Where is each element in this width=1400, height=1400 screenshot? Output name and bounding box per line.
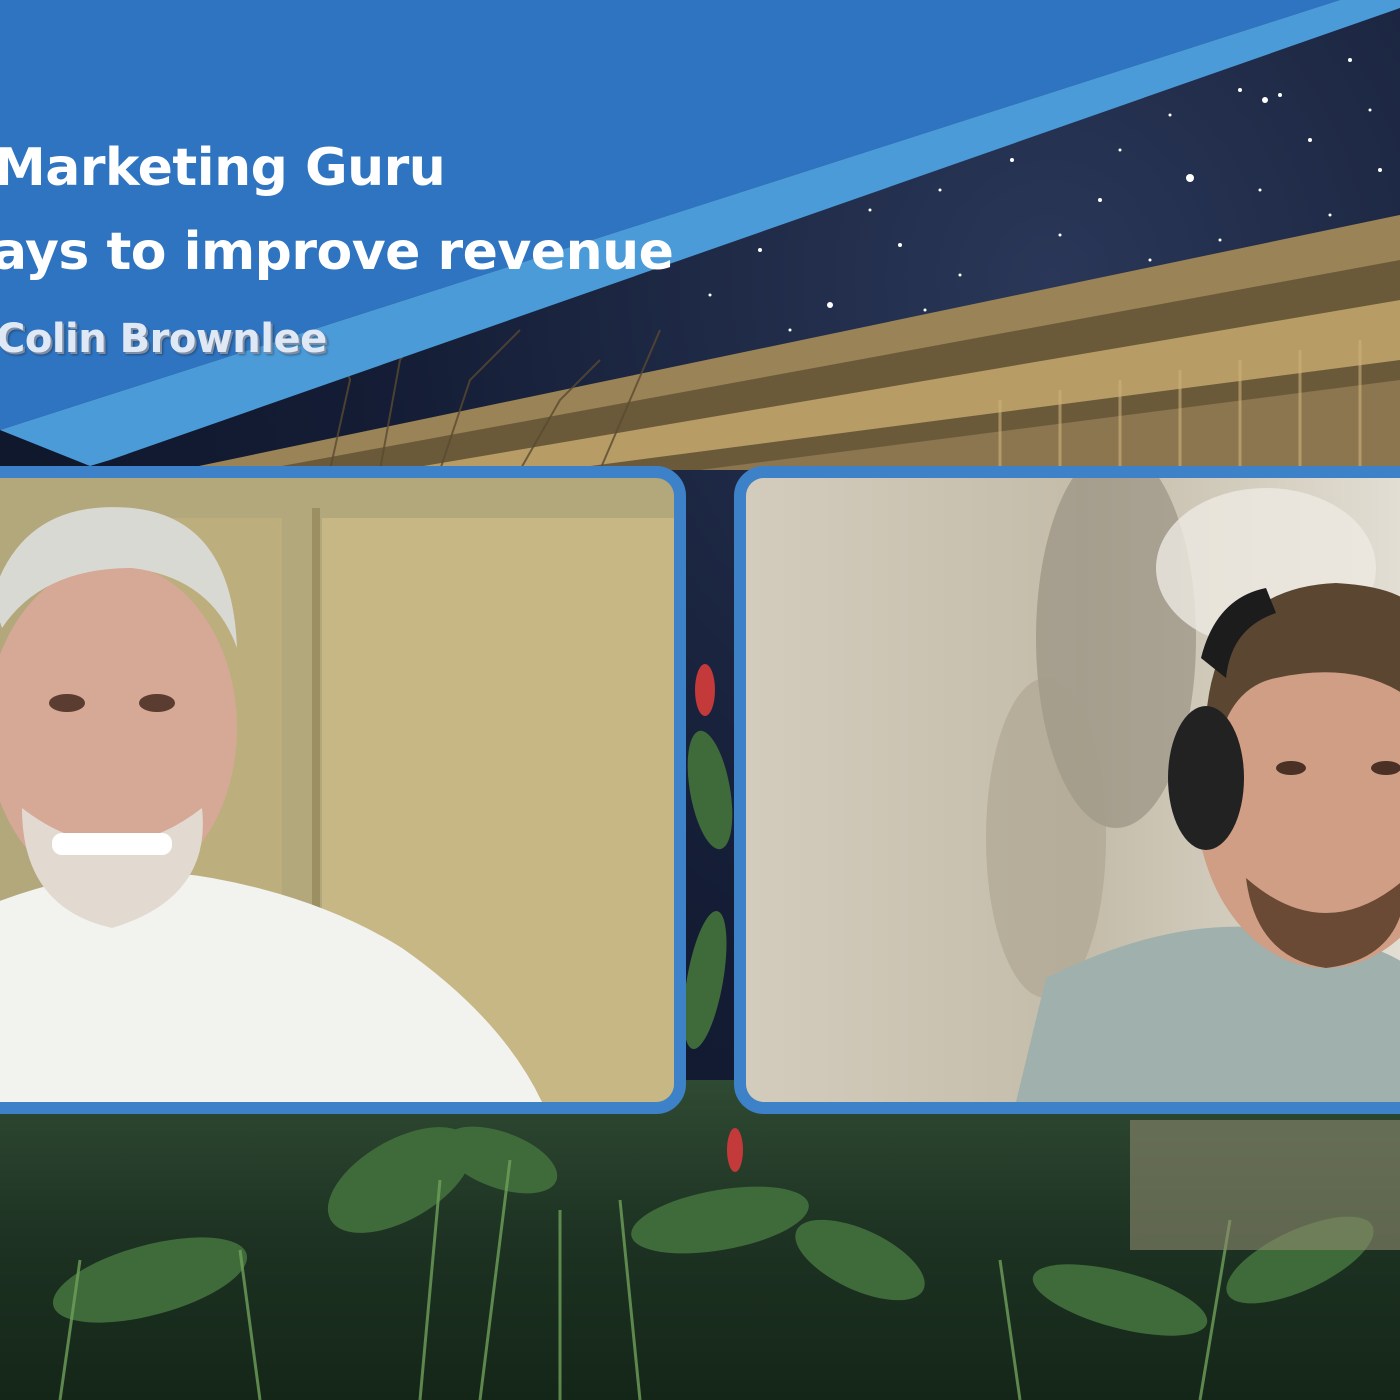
episode-subtitle: ays to improve revenue — [0, 222, 674, 282]
participant-video-left — [0, 478, 674, 1102]
participant-video-right — [746, 478, 1400, 1102]
video-tile-right[interactable] — [734, 466, 1400, 1114]
guest-name: Colin Brownlee — [0, 316, 327, 362]
episode-title: Marketing Guru — [0, 138, 446, 198]
video-tile-left[interactable] — [0, 466, 686, 1114]
title-banner: Marketing Guru ays to improve revenue Co… — [0, 0, 1400, 470]
